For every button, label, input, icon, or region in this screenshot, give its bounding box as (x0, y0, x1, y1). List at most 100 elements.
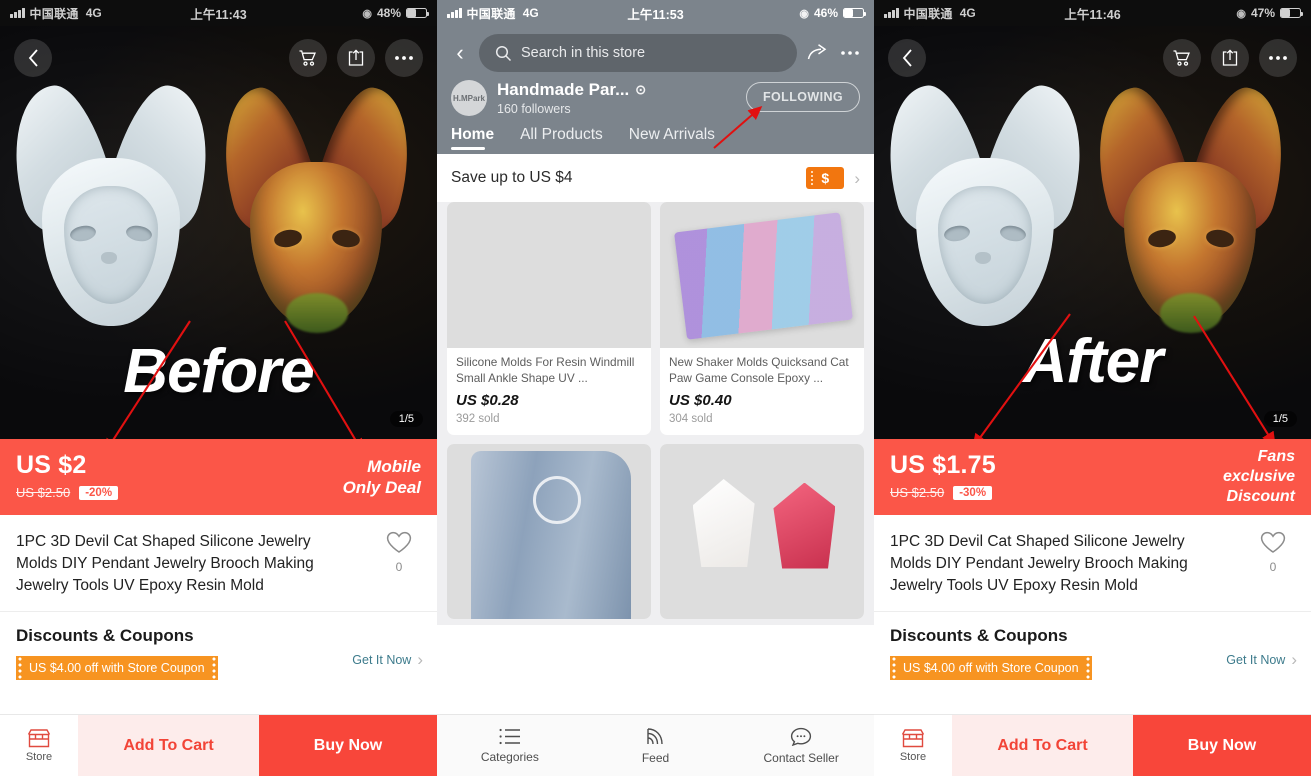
status-right-group: ◉ 48% (362, 6, 430, 20)
product-thumbnail (660, 202, 864, 348)
action-bar-right: Store Add To Cart Buy Now (874, 714, 1311, 776)
store-detail-arrow-icon: ⊙ (635, 82, 647, 97)
buy-now-button[interactable]: Buy Now (259, 715, 437, 776)
discounts-section-left: Discounts & Coupons US $4.00 off with St… (0, 612, 437, 690)
nav-contact-seller[interactable]: Contact Seller (728, 727, 874, 765)
resin-cast-object (207, 79, 426, 338)
tab-home[interactable]: Home (451, 126, 494, 154)
discount-badge: -30% (953, 485, 993, 500)
add-to-cart-button[interactable]: Add To Cart (78, 715, 259, 776)
nav-contact-seller-label: Contact Seller (763, 750, 839, 765)
search-icon (495, 45, 512, 62)
wishlist-button[interactable]: 0 (377, 531, 421, 574)
more-icon[interactable] (1259, 39, 1297, 77)
product-card-price: US $0.40 (669, 392, 732, 409)
promo-banner[interactable]: Save up to US $4 $ › (437, 154, 874, 202)
get-it-now-link[interactable]: Get It Now › (1226, 651, 1297, 668)
store-name[interactable]: Handmade Par... ⊙ (497, 80, 646, 100)
deal-tag-line1: Mobile (367, 456, 421, 476)
back-button[interactable] (14, 39, 52, 77)
panel-before-product-detail: 中国联通 4G 上午11:43 ◉ 48% Before 1/5 US $2 U… (0, 0, 437, 776)
cart-icon[interactable] (1163, 39, 1201, 77)
nav-feed[interactable]: Feed (583, 727, 729, 765)
signal-bars-icon (884, 8, 899, 18)
store-coupon-badge[interactable]: US $4.00 off with Store Coupon (890, 656, 1092, 680)
signal-bars-icon (447, 8, 462, 18)
back-button[interactable]: ‹ (451, 42, 469, 64)
status-right-group: ◉ 46% (799, 6, 867, 20)
product-title: 1PC 3D Devil Cat Shaped Silicone Jewelry… (16, 533, 314, 594)
product-grid: Silicone Molds For Resin Windmill Small … (437, 202, 874, 625)
network-label: 4G (85, 6, 102, 20)
wishlist-button[interactable]: 0 (1251, 531, 1295, 574)
tab-new-arrivals[interactable]: New Arrivals (629, 126, 715, 154)
tab-all-products[interactable]: All Products (520, 126, 603, 154)
feed-icon (647, 727, 663, 744)
store-button[interactable]: Store (0, 715, 78, 776)
get-it-now-link[interactable]: Get It Now › (352, 651, 423, 668)
chevron-right-icon: › (1291, 650, 1297, 669)
product-info-left: 1PC 3D Devil Cat Shaped Silicone Jewelry… (0, 515, 437, 612)
product-image-gallery-right[interactable]: After 1/5 (874, 26, 1311, 439)
status-bar-left: 中国联通 4G 上午11:43 ◉ 48% (0, 0, 437, 26)
share-icon[interactable] (807, 43, 830, 63)
battery-percent: 48% (376, 6, 401, 20)
after-label: After (1022, 327, 1164, 396)
network-label: 4G (959, 6, 976, 20)
more-icon[interactable] (385, 39, 423, 77)
hero-toolbar-right-group (289, 39, 423, 77)
store-info-row: H.MPark Handmade Par... ⊙ 160 followers … (437, 78, 874, 122)
carrier-label: 中国联通 (466, 6, 516, 21)
more-icon[interactable] (840, 50, 860, 56)
store-tabs: Home All Products New Arrivals (437, 122, 874, 154)
heart-icon (1260, 531, 1286, 553)
list-icon (499, 728, 520, 744)
product-card[interactable]: New Shaker Molds Quicksand Cat Paw Game … (660, 202, 864, 435)
nav-categories[interactable]: Categories (437, 728, 583, 764)
store-coupon-badge[interactable]: US $4.00 off with Store Coupon (16, 656, 218, 680)
battery-icon (1280, 7, 1304, 19)
hero-toolbar-right-group (1163, 39, 1297, 77)
rotation-lock-icon: ◉ (799, 7, 809, 20)
search-input[interactable]: Search in this store (479, 34, 797, 72)
wishlist-count: 0 (1269, 560, 1277, 574)
cart-icon[interactable] (289, 39, 327, 77)
store-button[interactable]: Store (874, 715, 952, 776)
product-card-sold: 392 sold (456, 413, 500, 425)
original-price: US $2.50 (890, 485, 945, 500)
following-button[interactable]: FOLLOWING (746, 82, 860, 112)
get-it-now-label: Get It Now (352, 652, 412, 667)
buy-now-button[interactable]: Buy Now (1133, 715, 1311, 776)
chevron-right-icon: › (854, 168, 860, 188)
deal-tag-line1: Fans (1257, 448, 1295, 465)
product-card-meta: Silicone Molds For Resin Windmill Small … (447, 348, 651, 435)
signal-bars-icon (10, 8, 25, 18)
hero-toolbar-right (874, 30, 1311, 86)
battery-icon (406, 7, 430, 19)
heart-icon (386, 531, 412, 553)
product-title: 1PC 3D Devil Cat Shaped Silicone Jewelry… (890, 533, 1188, 594)
nav-categories-label: Categories (480, 749, 539, 764)
hero-toolbar-left (0, 30, 437, 86)
product-card[interactable] (660, 444, 864, 619)
product-card[interactable]: Silicone Molds For Resin Windmill Small … (447, 202, 651, 435)
product-card[interactable] (447, 444, 651, 619)
discounts-heading: Discounts & Coupons (16, 626, 194, 645)
carrier-label: 中国联通 (29, 6, 79, 21)
rotation-lock-icon: ◉ (1236, 7, 1246, 20)
search-row: ‹ Search in this store (437, 26, 874, 78)
share-icon[interactable] (1211, 39, 1249, 77)
promo-text: Save up to US $4 (451, 169, 573, 186)
add-to-cart-button[interactable]: Add To Cart (952, 715, 1133, 776)
status-bar-right: 中国联通 4G 上午11:46 ◉ 47% (874, 0, 1311, 26)
status-left-group: 中国联通 4G (10, 5, 102, 22)
status-left-group: 中国联通 4G (447, 5, 539, 22)
rotation-lock-icon: ◉ (362, 7, 372, 20)
product-image-gallery-left[interactable]: Before 1/5 (0, 26, 437, 439)
product-card-meta: New Shaker Molds Quicksand Cat Paw Game … (660, 348, 864, 435)
status-left-group: 中国联通 4G (884, 5, 976, 22)
back-button[interactable] (888, 39, 926, 77)
discounts-heading: Discounts & Coupons (890, 626, 1068, 645)
panel-after-product-detail: 中国联通 4G 上午11:46 ◉ 47% After 1/5 US $1.75… (874, 0, 1311, 776)
share-icon[interactable] (337, 39, 375, 77)
